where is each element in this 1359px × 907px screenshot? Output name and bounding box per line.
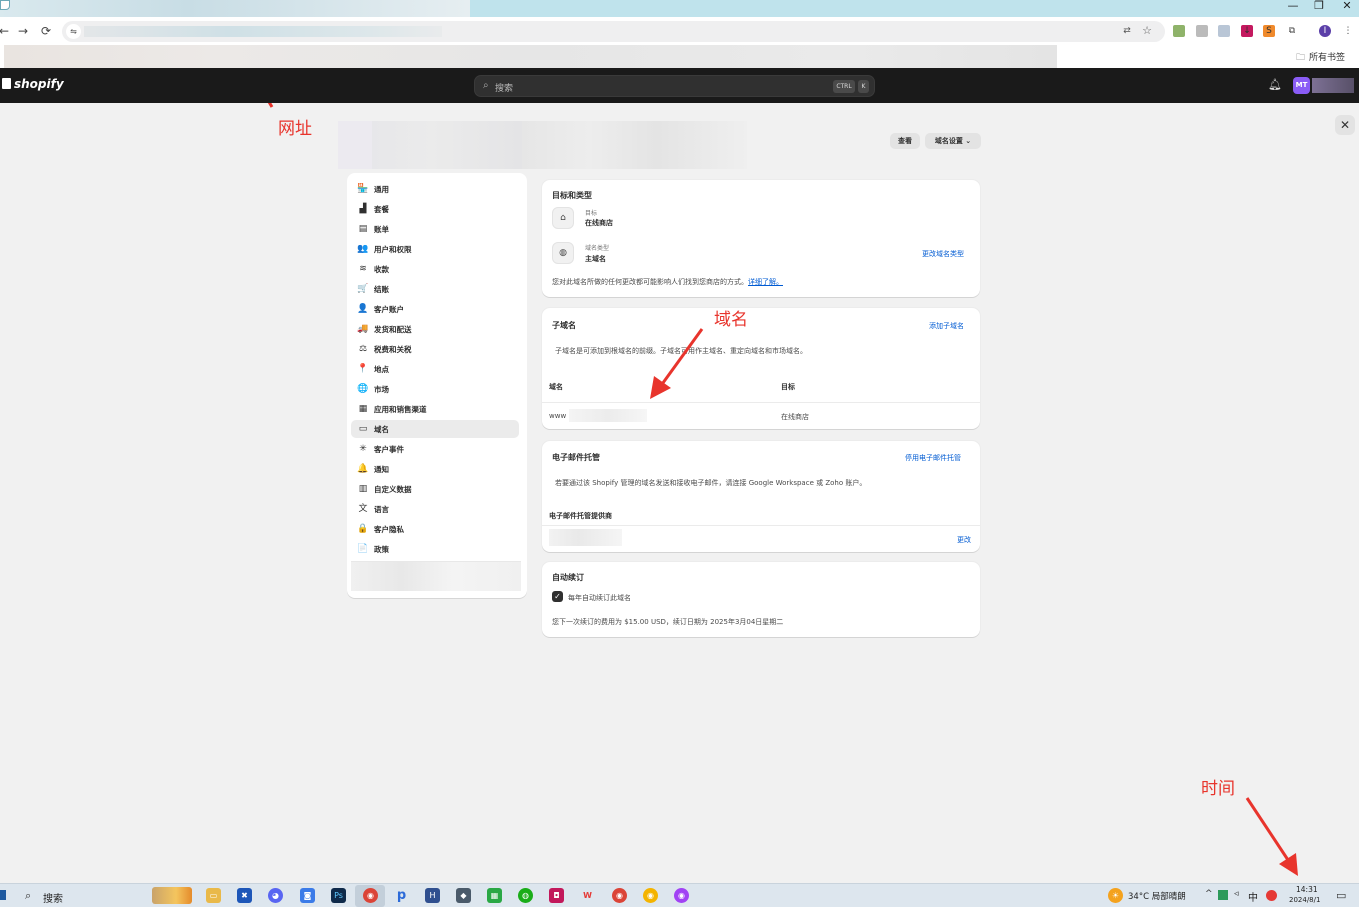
forward-icon[interactable]: → [15, 23, 31, 39]
address-bar[interactable]: ⇋ [62, 21, 1165, 42]
ime-indicator[interactable]: 中 [1248, 889, 1258, 904]
url-blurred[interactable] [84, 26, 442, 37]
extensions-puzzle-icon[interactable]: ⧉ [1286, 25, 1298, 37]
url-arrow-line [267, 103, 274, 108]
profile-icon[interactable]: I [1319, 25, 1331, 37]
annotation-url: 网址 [278, 119, 312, 139]
time-arrow-line [1245, 797, 1292, 864]
weather-icon: ☀ [1108, 888, 1123, 903]
notification-bell-icon[interactable]: 🔔︎ [1268, 78, 1282, 91]
volume-icon[interactable]: ◃ [1234, 889, 1239, 899]
chrome-icon-3[interactable]: ◉ [643, 888, 658, 903]
taskbar-search[interactable]: 搜索 [43, 890, 63, 905]
search-bar[interactable]: ⌕ 搜索 CTRL K [474, 75, 875, 97]
shortcut-k: K [858, 80, 869, 93]
menu-kebab-icon[interactable]: ⋮ [1342, 25, 1354, 37]
clock-date[interactable]: 2024/8/1 [1289, 896, 1320, 904]
store-name-blurred[interactable] [1312, 78, 1354, 93]
extension-s-icon[interactable]: S [1263, 25, 1275, 37]
domain-arrow-line [658, 328, 704, 388]
clock-time[interactable]: 14:31 [1296, 885, 1318, 894]
reload-icon[interactable]: ⟳ [38, 23, 54, 39]
app-blue-icon[interactable]: ◙ [300, 888, 315, 903]
chrome-icon[interactable]: ◉ [363, 888, 378, 903]
app-h-icon[interactable]: H [425, 888, 440, 903]
close-window-button[interactable]: ✕ [1337, 0, 1357, 14]
app-dark-icon[interactable]: ◆ [456, 888, 471, 903]
app-pink-icon[interactable]: ◘ [549, 888, 564, 903]
tray-s-icon[interactable] [1266, 890, 1277, 901]
site-info-icon[interactable]: ⇋ [66, 24, 81, 39]
notification-center-icon[interactable]: ▭ [1336, 889, 1346, 902]
app-p-icon[interactable]: p [394, 888, 409, 903]
photoshop-icon[interactable]: Ps [331, 888, 346, 903]
app-x-icon[interactable]: ✖ [237, 888, 252, 903]
chrome-icon-4[interactable]: ◉ [674, 888, 689, 903]
translate-icon[interactable]: ⇄ [1121, 25, 1133, 37]
extension-code-icon[interactable] [1218, 25, 1230, 37]
file-explorer-icon[interactable]: ▭ [206, 888, 221, 903]
tab-edge [0, 0, 10, 10]
annotation-domain: 域名 [714, 310, 748, 330]
minimize-button[interactable]: — [1283, 0, 1303, 14]
annotation-arrows [267, 103, 1298, 876]
annotation-time: 时间 [1201, 779, 1235, 799]
tabs-blurred[interactable] [0, 0, 470, 17]
extension-download-icon[interactable]: ↓ [1241, 25, 1253, 37]
search-icon: ⌕ [25, 889, 32, 902]
domain-arrow-head [650, 376, 671, 399]
wechat-icon[interactable]: ◍ [518, 888, 533, 903]
avatar[interactable]: MT [1293, 77, 1310, 94]
shopify-logo[interactable]: shopify [2, 77, 64, 91]
weather-text[interactable]: 34°C 局部晴朗 [1128, 890, 1186, 902]
windows-taskbar: ⌕ 搜索 ▭ ✖ ◕ ◙ Ps ◉ p H ◆ ▦ ◍ ◘ W ◉ ◉ ◉ ☀ … [0, 883, 1359, 907]
app-green-icon[interactable]: ▦ [487, 888, 502, 903]
tray-app-icon[interactable] [1218, 890, 1228, 900]
main-content: ✕ 查看 域名设置 ⌄ 🏪 通用 ▟ 套餐 ▤ 账单 👥 用户和权限 ≋ 收款 🛒 结账 👤 客户账户 🚚 发… [0, 103, 1359, 883]
restore-button[interactable]: ❐ [1309, 0, 1329, 14]
search-placeholder: 搜索 [495, 84, 514, 94]
bookmarks-bar: 🗀 所有书签 [0, 45, 1359, 72]
browser-toolbar: ← → ⟳ ⇋ ⇄ ☆ ↓ S ⧉ I ⋮ [0, 17, 1359, 45]
folder-icon: 🗀 [1296, 53, 1306, 63]
logo-text: shopify [14, 77, 64, 91]
browser-tab-strip: — ❐ ✕ [0, 0, 1359, 17]
all-bookmarks[interactable]: 所有书签 [1309, 50, 1345, 63]
shopify-topbar: shopify ⌕ 搜索 CTRL K 🔔︎ MT [0, 68, 1359, 103]
shopify-bag-icon [2, 78, 11, 89]
back-icon[interactable]: ← [0, 23, 12, 39]
tray-chevron-icon[interactable]: ^ [1205, 889, 1213, 899]
time-arrow-head [1279, 853, 1298, 876]
start-icon[interactable] [0, 890, 6, 900]
chrome-icon-2[interactable]: ◉ [612, 888, 627, 903]
widget-image[interactable] [152, 887, 192, 904]
search-icon: ⌕ [483, 80, 489, 91]
bookmark-star-icon[interactable]: ☆ [1141, 25, 1153, 37]
shortcut-ctrl: CTRL [833, 80, 855, 93]
discord-icon[interactable]: ◕ [268, 888, 283, 903]
extension-image-icon[interactable] [1173, 25, 1185, 37]
extension-grid-icon[interactable] [1196, 25, 1208, 37]
wps-icon[interactable]: W [580, 888, 595, 903]
